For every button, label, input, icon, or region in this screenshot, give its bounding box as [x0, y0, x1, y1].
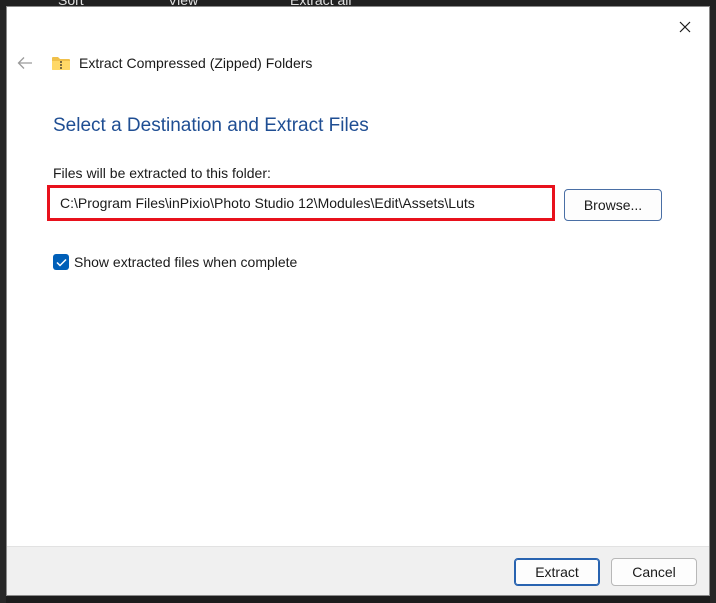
cancel-button[interactable]: Cancel [611, 558, 697, 586]
extract-dialog: Extract Compressed (Zipped) Folders Sele… [6, 6, 710, 596]
close-icon [679, 21, 691, 33]
explorer-background-right [710, 10, 716, 603]
show-files-checkbox[interactable] [53, 254, 69, 270]
back-arrow-icon [17, 57, 32, 69]
browse-button[interactable]: Browse... [564, 189, 662, 221]
checkmark-icon [55, 258, 67, 267]
back-button[interactable] [13, 51, 37, 75]
dialog-title: Extract Compressed (Zipped) Folders [79, 55, 313, 71]
destination-label: Files will be extracted to this folder: [53, 165, 271, 181]
close-button[interactable] [671, 13, 699, 41]
extract-button[interactable]: Extract [514, 558, 600, 586]
show-files-label: Show extracted files when complete [74, 254, 298, 270]
show-files-option[interactable]: Show extracted files when complete [53, 254, 297, 270]
page-heading: Select a Destination and Extract Files [53, 115, 369, 136]
zip-folder-icon [52, 57, 70, 70]
destination-path-input[interactable] [47, 185, 555, 221]
dialog-footer: Extract Cancel [7, 546, 709, 595]
dialog-title-bar: Extract Compressed (Zipped) Folders [51, 51, 312, 75]
